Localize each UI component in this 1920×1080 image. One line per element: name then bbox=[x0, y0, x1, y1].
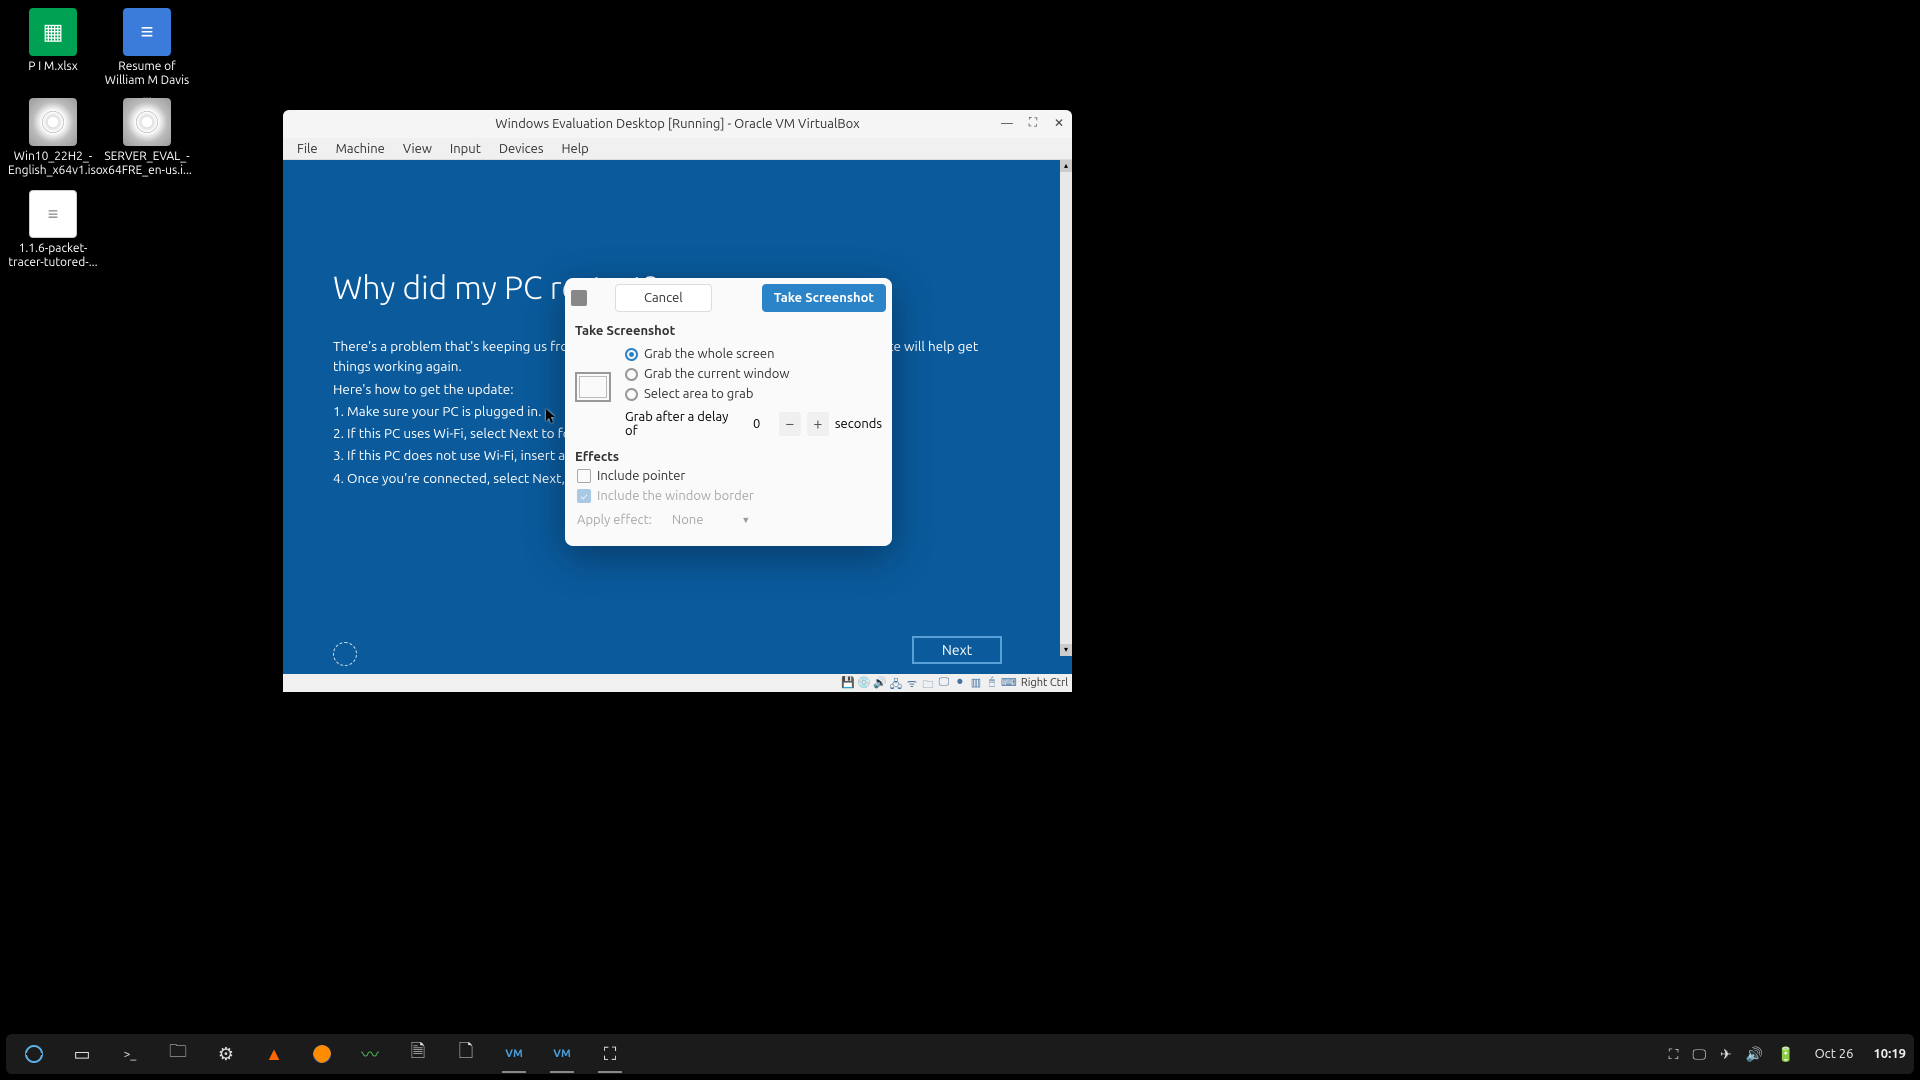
tray-display-icon[interactable]: 🖵 bbox=[1692, 1046, 1706, 1063]
taskbar-date[interactable]: Oct 26 bbox=[1815, 1047, 1854, 1061]
radio-icon bbox=[625, 348, 638, 361]
status-keyboard-icon[interactable]: ⌨ bbox=[1001, 676, 1015, 690]
status-mouse-icon[interactable]: 🖰 bbox=[985, 676, 999, 690]
status-display-icon[interactable]: 🖵 bbox=[937, 676, 951, 690]
taskbar-file-manager[interactable]: 🗀 bbox=[158, 1038, 198, 1070]
accessibility-button[interactable] bbox=[333, 642, 357, 666]
spreadsheet-icon: ▦ bbox=[29, 8, 77, 56]
delay-decrement-button[interactable]: − bbox=[779, 412, 801, 436]
taskbar-terminal[interactable]: >_ bbox=[110, 1038, 150, 1070]
scroll-up-button[interactable]: ▴ bbox=[1060, 160, 1072, 172]
taskbar-system-monitor[interactable]: 〰 bbox=[350, 1038, 390, 1070]
apply-effect-select: None bbox=[666, 510, 728, 530]
radio-whole-screen[interactable]: Grab the whole screen bbox=[625, 344, 882, 364]
taskbar-virtualbox-manager[interactable]: VM bbox=[542, 1038, 582, 1070]
status-optical-icon[interactable]: 💿 bbox=[857, 676, 871, 690]
system-tray: ⛶ 🖵 ✈ 🔊 🔋 Oct 26 10:19 bbox=[1669, 1046, 1906, 1063]
status-shared-icon[interactable]: 🗀 bbox=[921, 676, 935, 690]
host-key-label: Right Ctrl bbox=[1021, 677, 1068, 689]
scroll-down-button[interactable]: ▾ bbox=[1060, 644, 1072, 656]
radio-icon bbox=[625, 388, 638, 401]
taskbar-virtualbox-vm[interactable]: VM bbox=[494, 1038, 534, 1070]
tray-airplane-icon[interactable]: ✈ bbox=[1720, 1046, 1732, 1063]
window-title: Windows Evaluation Desktop [Running] - O… bbox=[495, 117, 859, 131]
checkbox-include-pointer[interactable]: Include pointer bbox=[577, 466, 880, 486]
tray-battery-icon[interactable]: 🔋 bbox=[1777, 1046, 1794, 1063]
status-network-icon[interactable]: 🖧 bbox=[889, 676, 903, 690]
status-audio-icon[interactable]: 🔊 bbox=[873, 676, 887, 690]
apply-effect-label: Apply effect: bbox=[577, 513, 652, 527]
tray-screen-icon[interactable]: ⛶ bbox=[1669, 1046, 1679, 1063]
chevron-down-icon: ▼ bbox=[741, 515, 750, 525]
section-take-title: Take Screenshot bbox=[565, 318, 892, 340]
disc-icon bbox=[29, 98, 77, 146]
taskbar: ▭ >_ 🗀 ⚙ ▲ 〰 🗎 🗋 VM VM ⛶ ⛶ 🖵 ✈ 🔊 🔋 Oct 2… bbox=[6, 1034, 1914, 1074]
section-effects-title: Effects bbox=[565, 438, 892, 466]
tray-volume-icon[interactable]: 🔊 bbox=[1746, 1046, 1763, 1063]
status-cpu-icon[interactable]: ▥ bbox=[969, 676, 983, 690]
menu-machine[interactable]: Machine bbox=[328, 140, 393, 158]
take-screenshot-button[interactable]: Take Screenshot bbox=[762, 284, 886, 312]
taskbar-time[interactable]: 10:19 bbox=[1873, 1047, 1906, 1061]
screenshot-dialog: Cancel Take Screenshot Take Screenshot G… bbox=[565, 278, 892, 546]
status-hdd-icon[interactable]: 💾 bbox=[841, 676, 855, 690]
delay-input[interactable] bbox=[741, 412, 773, 436]
menu-input[interactable]: Input bbox=[442, 140, 489, 158]
desktop-icon-server-iso[interactable]: SERVER_EVAL_-x64FRE_en-us.i... bbox=[102, 98, 192, 179]
menu-file[interactable]: File bbox=[289, 140, 326, 158]
delay-unit: seconds bbox=[835, 417, 882, 431]
radio-select-area[interactable]: Select area to grab bbox=[625, 384, 882, 404]
taskbar-screenshot[interactable]: ⛶ bbox=[590, 1038, 630, 1070]
checkbox-icon: ✓ bbox=[577, 489, 591, 503]
next-button[interactable]: Next bbox=[912, 636, 1002, 664]
screenshot-preview-icon bbox=[575, 372, 611, 402]
maximize-button[interactable]: ⛶ bbox=[1024, 114, 1042, 132]
delay-label: Grab after a delay of bbox=[625, 410, 735, 438]
radio-current-window[interactable]: Grab the current window bbox=[625, 364, 882, 384]
checkbox-icon bbox=[577, 469, 591, 483]
delay-increment-button[interactable]: + bbox=[807, 412, 829, 436]
document-icon: ≡ bbox=[123, 8, 171, 56]
taskbar-vlc[interactable]: ▲ bbox=[254, 1038, 294, 1070]
screenshot-app-icon bbox=[571, 290, 587, 306]
status-usb-icon[interactable]: ᯤ bbox=[905, 676, 919, 690]
textfile-icon: ≡ bbox=[29, 190, 77, 238]
menu-view[interactable]: View bbox=[395, 140, 440, 158]
disc-icon bbox=[123, 98, 171, 146]
taskbar-settings[interactable]: ⚙ bbox=[206, 1038, 246, 1070]
desktop-icon-win10-iso[interactable]: Win10_22H2_-English_x64v1.iso bbox=[8, 98, 98, 179]
radio-icon bbox=[625, 368, 638, 381]
vm-scrollbar[interactable]: ▴ ▾ bbox=[1060, 160, 1072, 656]
menu-devices[interactable]: Devices bbox=[491, 140, 552, 158]
status-recording-icon[interactable]: ⏺ bbox=[953, 676, 967, 690]
minimize-button[interactable]: — bbox=[998, 114, 1016, 132]
desktop-icon-pim[interactable]: ▦ P I M.xlsx bbox=[8, 8, 98, 74]
start-button[interactable] bbox=[14, 1038, 54, 1070]
taskbar-notes[interactable]: 🗎 bbox=[398, 1038, 438, 1070]
menu-help[interactable]: Help bbox=[554, 140, 597, 158]
desktop-icon-packet-tracer[interactable]: ≡ 1.1.6-packet-tracer-tutored-... bbox=[8, 190, 98, 271]
taskbar-firefox[interactable] bbox=[302, 1038, 342, 1070]
cancel-button[interactable]: Cancel bbox=[615, 284, 712, 312]
taskbar-files[interactable]: ▭ bbox=[62, 1038, 102, 1070]
taskbar-text-editor[interactable]: 🗋 bbox=[446, 1038, 486, 1070]
window-titlebar[interactable]: Windows Evaluation Desktop [Running] - O… bbox=[283, 110, 1072, 138]
menubar: File Machine View Input Devices Help bbox=[283, 138, 1072, 160]
close-button[interactable]: ✕ bbox=[1050, 114, 1068, 132]
vm-statusbar: 💾 💿 🔊 🖧 ᯤ 🗀 🖵 ⏺ ▥ 🖰 ⌨ Right Ctrl bbox=[283, 674, 1072, 692]
desktop-icon-resume[interactable]: ≡ Resume of William M Davis ... bbox=[102, 8, 192, 103]
checkbox-include-border: ✓ Include the window border bbox=[577, 486, 880, 506]
